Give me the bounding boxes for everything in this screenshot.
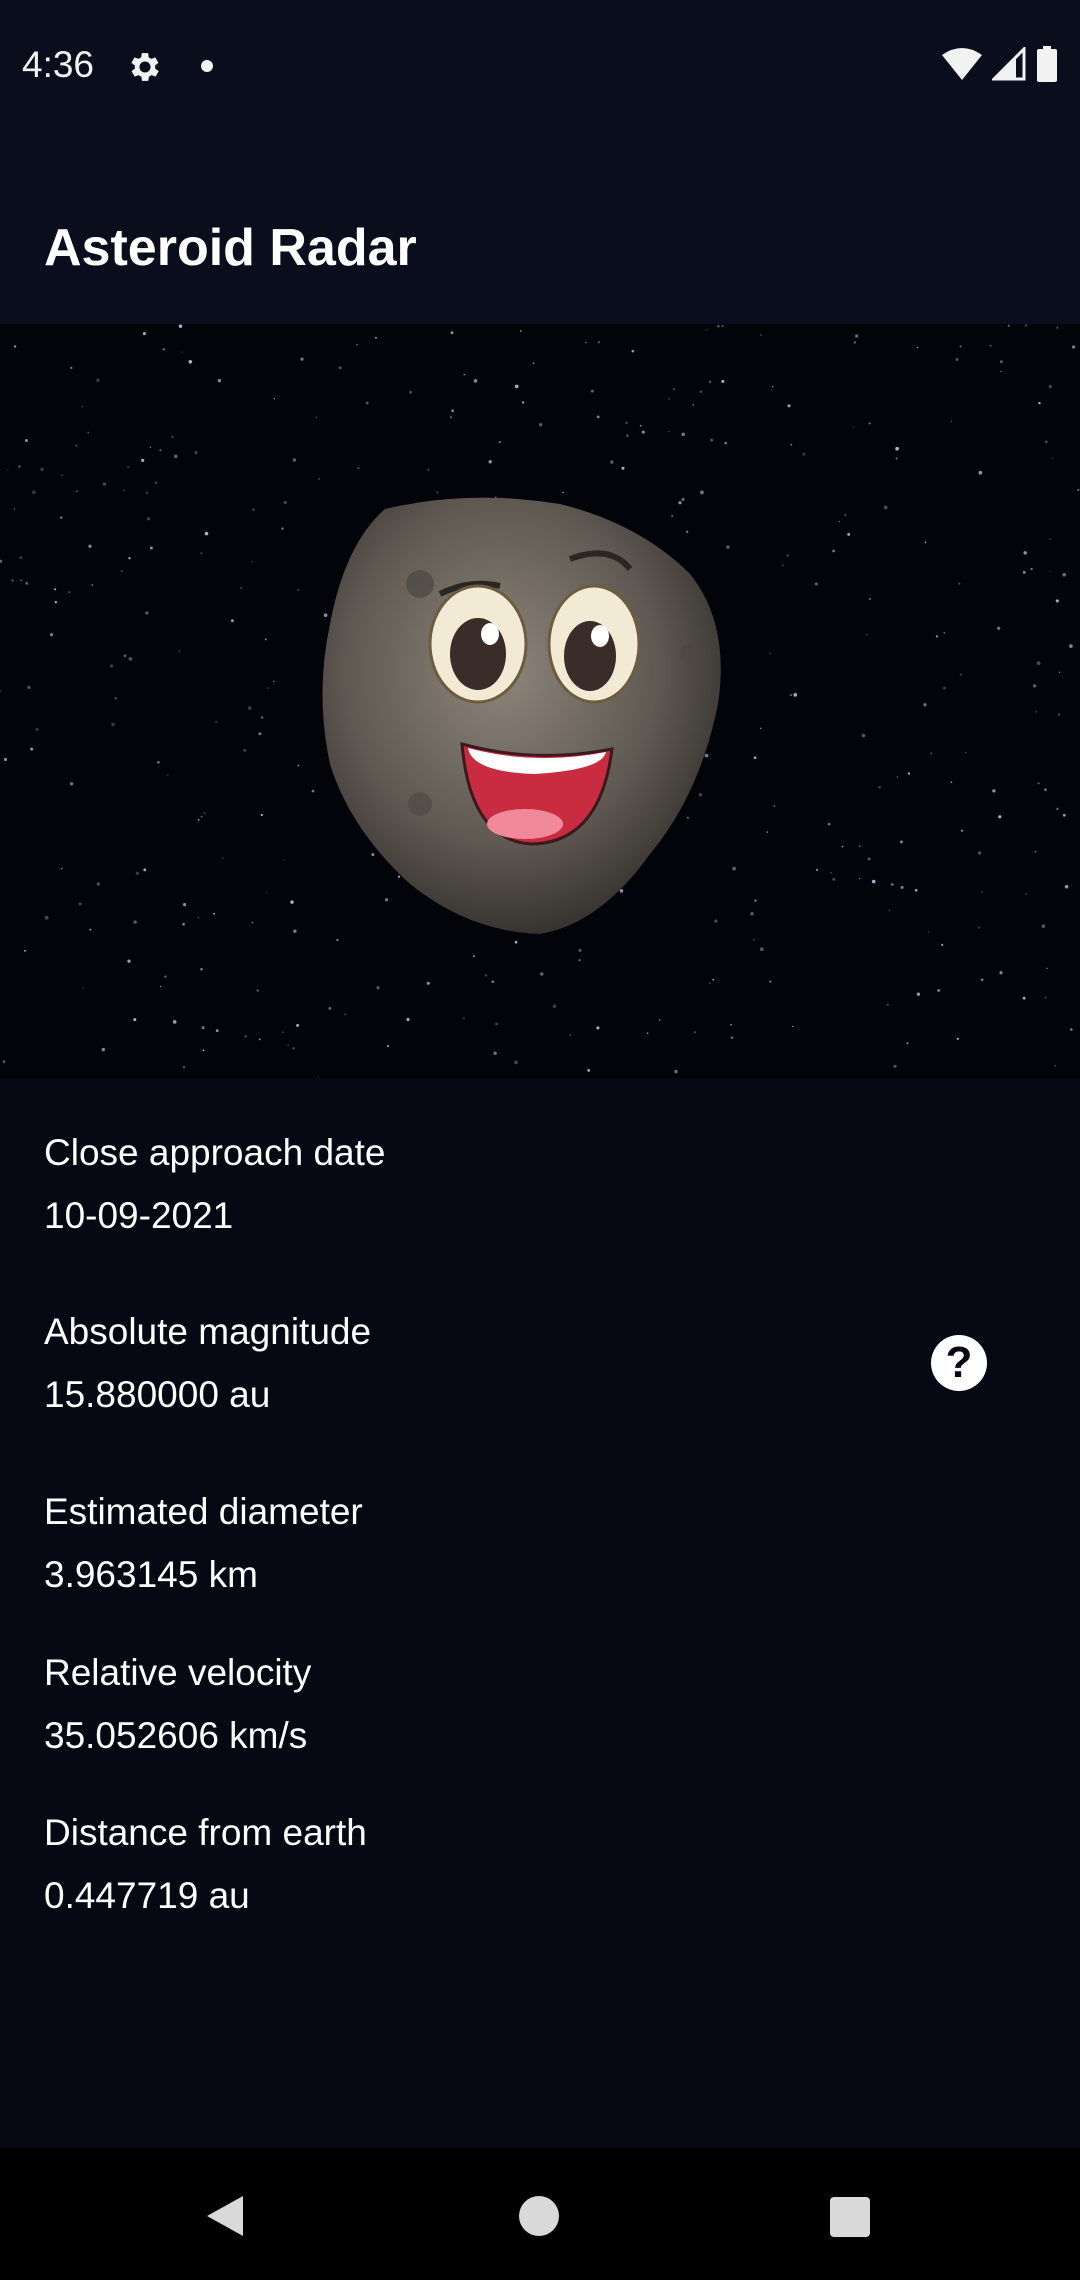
back-icon[interactable]: [205, 2194, 245, 2238]
estimated-diameter-label: Estimated diameter: [44, 1491, 363, 1532]
notification-dot-icon: [201, 60, 213, 72]
gear-icon: [131, 53, 159, 81]
asteroid-image: [0, 324, 1080, 1078]
close-approach-date-value: 10-09-2021: [44, 1195, 234, 1236]
page-title: Asteroid Radar: [44, 219, 417, 277]
help-icon[interactable]: ?: [931, 1335, 987, 1391]
battery-icon: [1037, 46, 1057, 82]
starfield-image: [0, 324, 1080, 1078]
navigation-bar: [0, 2148, 1080, 2280]
signal-icon: [992, 47, 1026, 81]
estimated-diameter-value: 3.963145 km: [44, 1554, 258, 1595]
distance-from-earth-value: 0.447719 au: [44, 1875, 250, 1916]
wifi-icon: [942, 48, 982, 80]
close-approach-date-label: Close approach date: [44, 1132, 386, 1173]
distance-from-earth-label: Distance from earth: [44, 1812, 367, 1853]
home-icon[interactable]: [519, 2196, 559, 2236]
help-symbol: ?: [945, 1338, 973, 1387]
relative-velocity-label: Relative velocity: [44, 1652, 312, 1693]
absolute-magnitude-value: 15.880000 au: [44, 1374, 271, 1415]
status-bar: 4:36: [0, 0, 1080, 132]
app-bar: Asteroid Radar: [0, 132, 1080, 324]
recents-icon[interactable]: [830, 2197, 870, 2237]
relative-velocity-value: 35.052606 km/s: [44, 1715, 308, 1756]
status-time: 4:36: [22, 44, 95, 85]
absolute-magnitude-label: Absolute magnitude: [44, 1311, 372, 1352]
